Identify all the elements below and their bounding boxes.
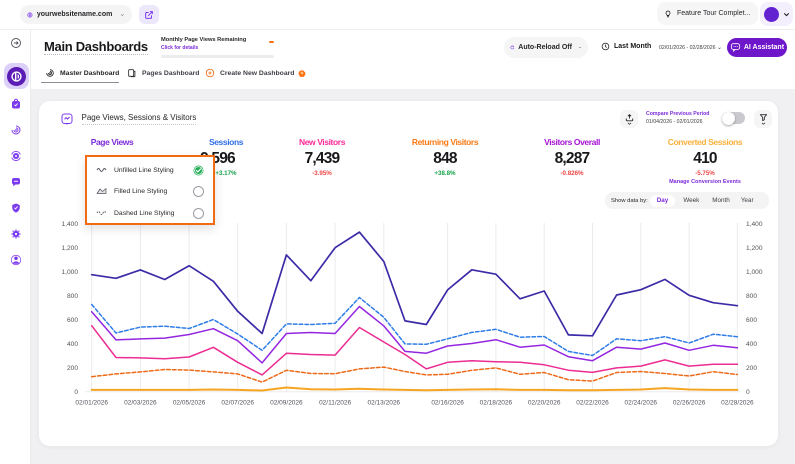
svg-text:600: 600 [67,317,78,324]
svg-text:200: 200 [67,365,78,372]
svg-text:02/24/2026: 02/24/2026 [625,400,658,407]
svg-text:02/05/2026: 02/05/2026 [173,400,206,407]
svg-text:200: 200 [746,365,757,372]
svg-text:400: 400 [67,341,78,348]
svg-text:02/09/2026: 02/09/2026 [270,400,303,407]
svg-text:800: 800 [67,293,78,300]
svg-text:02/26/2026: 02/26/2026 [673,400,706,407]
svg-text:800: 800 [746,293,757,300]
svg-text:600: 600 [746,317,757,324]
svg-text:02/11/2026: 02/11/2026 [319,400,351,407]
svg-text:02/13/2026: 02/13/2026 [368,400,401,407]
svg-text:1,200: 1,200 [746,245,763,252]
svg-text:0: 0 [74,389,78,396]
svg-text:02/16/2026: 02/16/2026 [431,400,464,407]
svg-text:0: 0 [746,389,750,396]
svg-text:1,200: 1,200 [61,245,78,252]
svg-text:02/28/2026: 02/28/2026 [721,400,754,407]
svg-text:02/07/2026: 02/07/2026 [221,400,254,407]
svg-text:1,000: 1,000 [61,269,78,276]
svg-text:02/03/2026: 02/03/2026 [124,400,157,407]
svg-text:02/01/2026: 02/01/2026 [75,400,108,407]
svg-text:02/18/2026: 02/18/2026 [480,400,513,407]
svg-text:1,000: 1,000 [746,269,763,276]
svg-text:02/20/2026: 02/20/2026 [528,400,561,407]
svg-text:02/22/2026: 02/22/2026 [576,400,609,407]
svg-text:1,400: 1,400 [61,221,78,228]
svg-text:1,400: 1,400 [746,221,763,228]
svg-text:400: 400 [746,341,757,348]
